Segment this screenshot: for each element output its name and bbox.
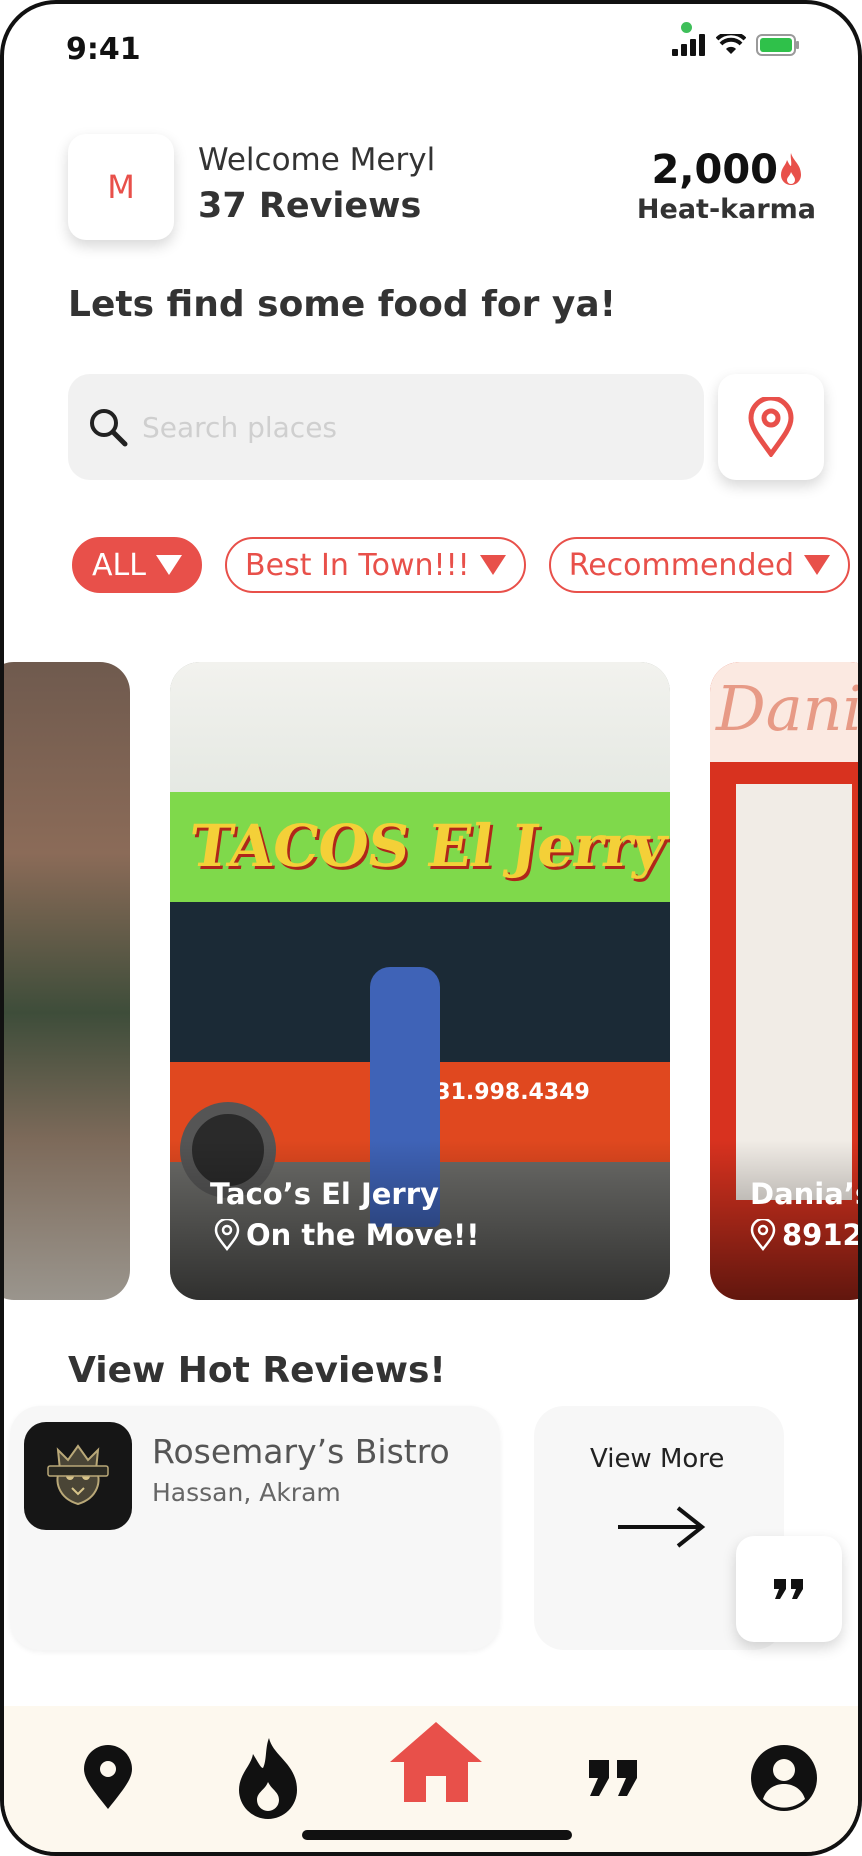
status-time: 9:41 [66, 32, 141, 67]
chip-label: Recommended [568, 547, 794, 583]
restaurant-card-previous[interactable] [4, 662, 130, 1300]
location-icon [84, 1745, 132, 1809]
sign-text: Dani [716, 672, 862, 745]
location-button[interactable] [718, 374, 824, 480]
battery-icon [756, 34, 799, 56]
search-input[interactable] [142, 410, 662, 444]
restaurant-card-featured[interactable]: TACOS El Jerry 831.998.4349 Taco’s El Je… [170, 662, 670, 1300]
chip-label: ALL [92, 547, 146, 583]
card-image-sky [170, 662, 670, 802]
quote-icon [589, 1760, 637, 1796]
karma-score: 2,000 [651, 147, 802, 193]
flame-icon [781, 153, 801, 185]
card-image-sign: Dani [710, 662, 862, 762]
map-pin-icon [750, 1219, 776, 1251]
caret-down-icon [155, 555, 182, 575]
wifi-icon [716, 34, 746, 54]
avatar-initial: M [107, 168, 135, 206]
section-title: View Hot Reviews! [68, 1350, 446, 1391]
card-location: 8912 [750, 1218, 862, 1252]
chip-best-in-town[interactable]: Best In Town!!! [225, 537, 526, 593]
card-title: Taco’s El Jerry [210, 1177, 439, 1211]
nav-reviews[interactable] [564, 1728, 664, 1828]
card-location-text: 8912 [782, 1218, 862, 1252]
welcome-text: Welcome Meryl [198, 142, 436, 178]
camera-indicator [681, 22, 692, 33]
home-indicator[interactable] [302, 1830, 572, 1840]
restaurant-card-next[interactable]: Dani Dania’s 8912 [710, 662, 862, 1300]
restaurant-logo [24, 1422, 132, 1530]
reviews-count: 37 Reviews [198, 186, 422, 226]
review-restaurant: Rosemary’s Bistro [152, 1432, 450, 1471]
chip-label: Best In Town!!! [245, 547, 470, 583]
karma-label: Heat-karma [636, 194, 816, 225]
card-location-text: On the Move!! [246, 1218, 480, 1252]
karma-value: 2,000 [651, 147, 778, 193]
filter-chips: ALL Best In Town!!! Recommended Yo [72, 537, 858, 595]
chip-all[interactable]: ALL [72, 537, 202, 593]
tiger-logo-icon [47, 1444, 109, 1506]
signal-icon [672, 34, 705, 56]
phone-screen: 9:41 M Welcome Meryl 37 Reviews 2,000 He [0, 0, 862, 1856]
review-card[interactable]: Rosemary’s Bistro Hassan, Akram [10, 1406, 500, 1650]
search-icon [90, 409, 128, 447]
nav-map[interactable] [58, 1728, 158, 1828]
arrow-right-icon [618, 1506, 706, 1548]
view-more-label: View More [590, 1444, 725, 1474]
nav-hot[interactable] [218, 1728, 318, 1828]
map-pin-icon [214, 1219, 240, 1251]
quote-icon [774, 1579, 803, 1599]
card-title: Dania’s [750, 1177, 862, 1211]
fire-icon [239, 1738, 297, 1819]
profile-icon [751, 1745, 817, 1811]
chip-recommended[interactable]: Recommended [548, 537, 850, 593]
map-pin-icon [748, 397, 794, 457]
page-title: Lets find some food for ya! [68, 284, 617, 325]
avatar[interactable]: M [68, 134, 174, 240]
nav-profile[interactable] [734, 1728, 834, 1828]
search-bar[interactable] [68, 374, 704, 480]
home-icon [390, 1722, 482, 1802]
review-author: Hassan, Akram [152, 1478, 341, 1507]
write-review-button[interactable] [736, 1536, 842, 1642]
card-location: On the Move!! [214, 1218, 479, 1252]
truck-sign: TACOS El Jerry [185, 812, 670, 880]
caret-down-icon [803, 555, 830, 575]
truck-phone: 831.998.4349 [420, 1080, 590, 1105]
nav-home[interactable] [386, 1712, 486, 1812]
status-icons [672, 34, 800, 56]
caret-down-icon [479, 555, 506, 575]
